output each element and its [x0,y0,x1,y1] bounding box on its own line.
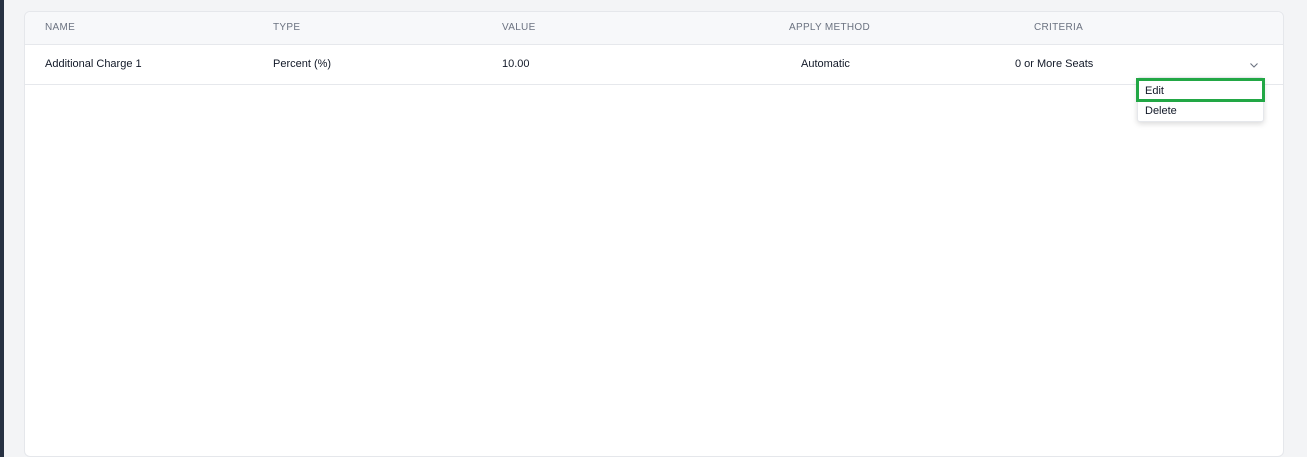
column-header-apply-method: APPLY METHOD [789,22,871,33]
cell-value: 10.00 [502,58,530,70]
delete-menu-item[interactable]: Delete [1138,101,1263,122]
cell-criteria: 0 or More Seats [1015,58,1094,70]
column-header-type: TYPE [273,22,301,33]
cell-name: Additional Charge 1 [45,58,142,70]
column-header-value: VALUE [502,22,536,33]
table-row: Additional Charge 1 Percent (%) 10.00 Au… [25,45,1283,85]
column-header-name: NAME [45,22,76,33]
row-actions-menu: Edit Delete [1136,77,1265,122]
chevron-down-icon[interactable] [1247,58,1261,72]
cell-type: Percent (%) [273,58,332,70]
cell-apply-method: Automatic [801,58,850,70]
edit-menu-item[interactable]: Edit [1136,78,1265,102]
column-header-criteria: CRITERIA [1034,22,1084,33]
table-header: NAME TYPE VALUE APPLY METHOD CRITERIA [25,12,1283,45]
charges-table-card: NAME TYPE VALUE APPLY METHOD CRITERIA Ad… [24,11,1284,457]
sidebar-edge [0,0,4,457]
